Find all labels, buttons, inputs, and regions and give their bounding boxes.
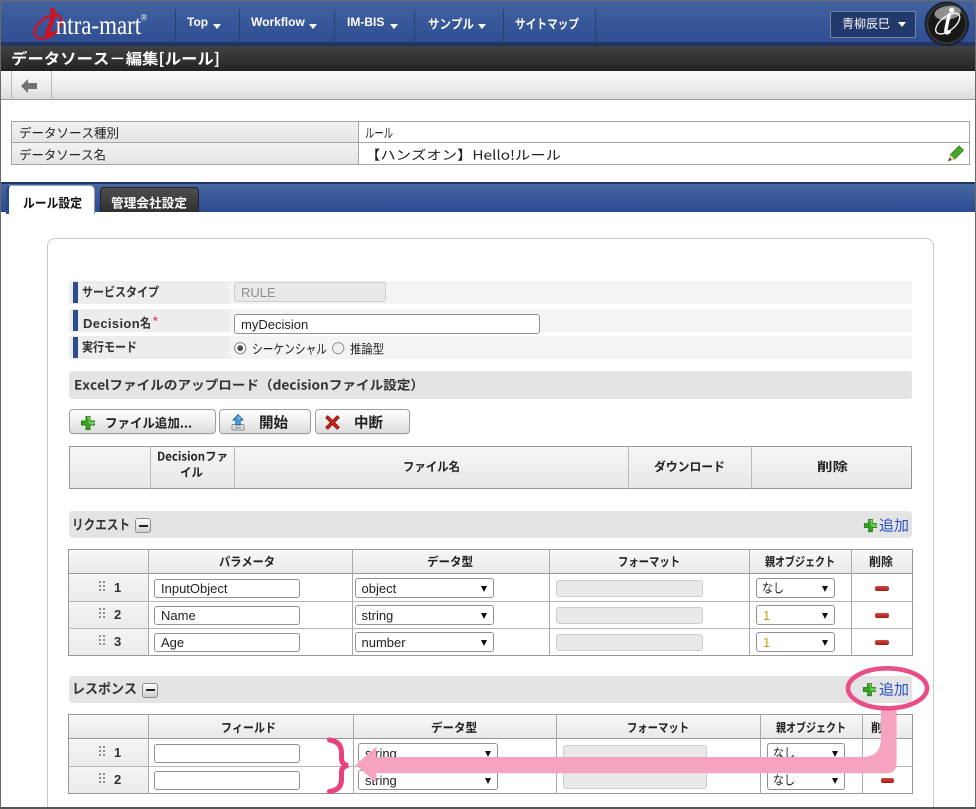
svg-text:®: ®: [141, 13, 148, 23]
svg-text:ntra-mart: ntra-mart: [56, 10, 142, 40]
